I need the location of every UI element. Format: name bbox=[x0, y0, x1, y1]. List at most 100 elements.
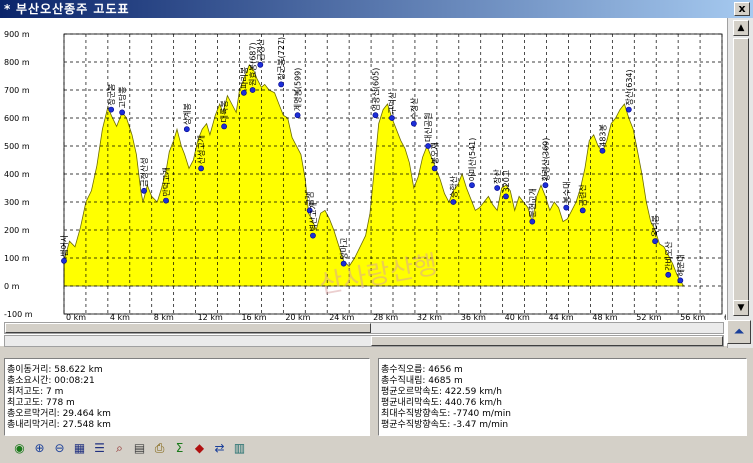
x-tick-label: 24 km bbox=[329, 313, 354, 322]
settings-list-icon[interactable]: ☰ bbox=[90, 437, 109, 458]
waypoint-marker bbox=[141, 187, 147, 194]
waypoint-label: 대륙봉 bbox=[220, 100, 229, 122]
stats-panel-left: 총이동거리: 58.622 km 총소요시간: 00:08:21 최저고도: 7… bbox=[4, 358, 370, 436]
stat-total-ascent: 총수직오름: 4656 m bbox=[381, 365, 463, 375]
y-tick-label: 100 m bbox=[4, 254, 30, 263]
waypoint-marker bbox=[503, 193, 509, 200]
elevation-profile-svg: 900 m 800 m 700 m 600 m 500 m 400 m 300 m 200 m… bbox=[0, 18, 726, 324]
y-tick-label: 500 m bbox=[4, 142, 30, 151]
waypoint-label: 상계봉 bbox=[182, 103, 192, 125]
waypoint-marker bbox=[469, 182, 475, 189]
export-icon[interactable]: ◆ bbox=[190, 437, 209, 458]
waypoint-marker bbox=[183, 126, 190, 133]
waypoint-marker bbox=[563, 204, 570, 211]
scroll-down-icon[interactable]: ▼ bbox=[733, 300, 749, 316]
expand-up-button[interactable]: ⏶ bbox=[727, 320, 751, 344]
horizontal-scroll-thumb-2[interactable] bbox=[371, 336, 723, 346]
waypoint-label: 옥녀봉 bbox=[651, 215, 660, 237]
waypoint-marker bbox=[372, 112, 379, 119]
waypoint-label: 엄광산(605) bbox=[370, 68, 380, 112]
waypoint-marker bbox=[221, 123, 228, 130]
y-tick-label: 0 m bbox=[4, 282, 20, 291]
y-tick-label: 200 m bbox=[4, 226, 30, 235]
waypoint-marker bbox=[310, 232, 316, 239]
waypoint-marker bbox=[652, 238, 659, 245]
sum-icon[interactable]: Σ bbox=[170, 437, 189, 458]
stat-max-altitude: 최고고도: 778 m bbox=[7, 398, 75, 408]
globe-icon[interactable]: ◉ bbox=[10, 437, 29, 458]
waypoint-label: 승학산 bbox=[448, 175, 458, 198]
vertical-scrollbar[interactable]: ▲ ▼ bbox=[727, 18, 753, 348]
waypoint-marker bbox=[61, 257, 67, 264]
waypoint-marker bbox=[257, 61, 264, 68]
waypoint-label: 대신공원 bbox=[424, 113, 433, 142]
x-tick-label: 40 km bbox=[505, 313, 530, 322]
waypoint-label: 장산(634) bbox=[624, 69, 634, 105]
profile-window: * 부산오산종주 고도표 x 900 m 800 m 700 m 600 m 500 m… bbox=[0, 0, 753, 463]
waypoint-label: 범어사 bbox=[59, 234, 69, 257]
x-tick-label: 48 km bbox=[592, 313, 617, 322]
waypoint-label: 금련산 bbox=[578, 184, 588, 207]
x-tick-label: 56 km bbox=[680, 313, 705, 322]
waypoint-label: 벽산고개 bbox=[308, 202, 318, 231]
stat-downhill-distance: 총내리막거리: 27.548 km bbox=[7, 420, 111, 430]
waypoint-marker bbox=[249, 87, 256, 93]
waypoint-marker bbox=[677, 277, 684, 284]
waypoint-marker bbox=[278, 81, 285, 88]
waypoint-label: 320고 bbox=[502, 170, 511, 193]
horizontal-scrollbar-2[interactable] bbox=[4, 335, 724, 347]
print-icon[interactable]: ⎙ bbox=[150, 437, 169, 458]
waypoint-marker bbox=[579, 207, 586, 214]
stat-min-altitude: 최저고도: 7 m bbox=[7, 387, 64, 397]
waypoint-label: 483봉 bbox=[598, 124, 607, 147]
close-button[interactable]: x bbox=[734, 2, 750, 16]
stat-max-vertical-speed: 최대수직방향속도: -7740 m/min bbox=[381, 409, 511, 419]
zoom-out-icon[interactable]: ⊖ bbox=[50, 437, 69, 458]
stats-panel-right: 총수직오름: 4656 m 총수직내림: 4685 m 평균오르막속도: 422… bbox=[378, 358, 747, 436]
x-tick-label: 20 km bbox=[285, 313, 310, 322]
y-tick-label: -100 m bbox=[4, 310, 33, 319]
horizontal-scrollbar-1[interactable] bbox=[4, 322, 724, 334]
bottom-toolbar: ◉ ⊕ ⊖ ▦ ☰ ⌕ ▤ ⎙ Σ ◆ ⇄ ▥ bbox=[4, 436, 750, 460]
waypoint-label: 양마고 bbox=[340, 238, 349, 260]
waypoint-marker bbox=[625, 106, 632, 113]
waypoint-label: 해운대 bbox=[675, 254, 685, 276]
waypoint-label: 봉오재 bbox=[431, 142, 440, 164]
waypoint-label: 아미산(541) bbox=[467, 138, 477, 182]
waypoint-marker bbox=[599, 147, 606, 154]
waypoint-label: 장산 bbox=[492, 169, 502, 184]
x-tick-label: 16 km bbox=[241, 313, 266, 322]
waypoint-label: 만덕고개 bbox=[161, 167, 171, 196]
grid-icon[interactable]: ▦ bbox=[70, 437, 89, 458]
waypoint-marker bbox=[431, 165, 438, 172]
waypoint-marker bbox=[240, 89, 247, 96]
x-tick-label: 12 km bbox=[198, 313, 223, 322]
waypoint-label: 황령산(369) bbox=[540, 138, 550, 182]
zoom-in-icon[interactable]: ⊕ bbox=[30, 437, 49, 458]
stat-avg-vertical-speed: 평균수직방향속도: -3.47 m/min bbox=[381, 420, 509, 430]
waypoint-label: 구덕산 bbox=[387, 91, 397, 114]
stat-uphill-distance: 총오르막거리: 29.464 km bbox=[7, 409, 111, 419]
waypoint-marker bbox=[119, 109, 126, 116]
waypoint-label: 파리봉 bbox=[240, 67, 249, 89]
title-bar[interactable]: * 부산오산종주 고도표 x bbox=[0, 0, 753, 18]
x-tick-label: 36 km bbox=[461, 313, 486, 322]
waypoint-marker bbox=[389, 115, 395, 121]
waypoint-label: 장군봉 bbox=[106, 84, 116, 106]
stat-total-descent: 총수직내림: 4685 m bbox=[381, 376, 463, 386]
waypoint-marker bbox=[108, 106, 115, 113]
horizontal-scroll-thumb-1[interactable] bbox=[5, 323, 371, 333]
y-tick-label: 300 m bbox=[4, 198, 30, 207]
scroll-up-icon[interactable]: ▲ bbox=[733, 20, 749, 36]
waypoint-label: 고당봉 bbox=[117, 86, 127, 108]
vertical-scroll-thumb[interactable] bbox=[733, 38, 749, 316]
exit-icon[interactable]: ▥ bbox=[230, 437, 249, 458]
document-icon[interactable]: ▤ bbox=[130, 437, 149, 458]
window-title: 부산오산종주 고도표 bbox=[16, 2, 130, 16]
find-icon[interactable]: ⌕ bbox=[110, 437, 129, 458]
waypoint-marker bbox=[665, 271, 672, 278]
y-tick-label: 900 m bbox=[4, 30, 30, 39]
swap-icon[interactable]: ⇄ bbox=[210, 437, 229, 458]
x-tick-label: 60 km bbox=[724, 313, 726, 322]
waypoint-label: 금정산성 bbox=[139, 157, 149, 186]
